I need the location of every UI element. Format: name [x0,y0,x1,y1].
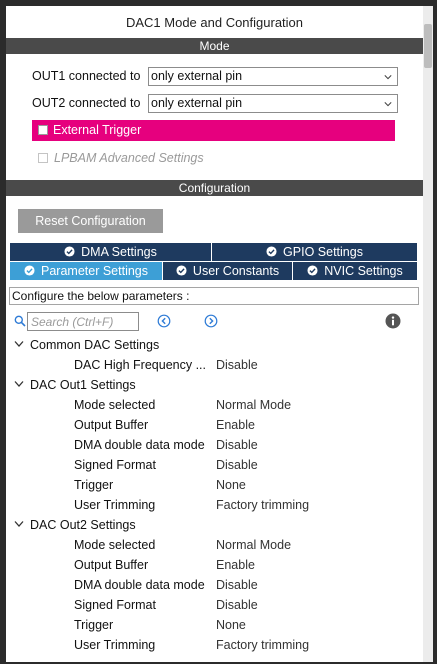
param-value[interactable]: Disable [216,598,258,612]
search-next-icon[interactable] [204,314,218,328]
scrollbar-thumb[interactable] [424,24,432,68]
param-value[interactable]: Factory trimming [216,638,309,652]
param-name: Mode selected [74,538,156,552]
tab-parameter-settings-label: Parameter Settings [41,264,148,278]
param-value[interactable]: Disable [216,438,258,452]
param-value[interactable]: Disable [216,578,258,592]
external-trigger-row[interactable]: External Trigger [32,120,395,141]
check-circle-icon [307,265,318,276]
param-name: DMA double data mode [74,438,205,452]
parameters-description: Configure the below parameters : [9,287,419,305]
chevron-down-icon [14,341,24,347]
tree-group-label: Common DAC Settings [30,338,160,352]
param-value[interactable]: Enable [216,558,255,572]
param-name: User Trimming [74,638,156,652]
chevron-down-icon [384,75,392,80]
tree-group-dac-out1-settings[interactable]: DAC Out1 Settings [14,378,136,392]
lpbam-label: LPBAM Advanced Settings [54,151,204,165]
tab-dma-settings-label: DMA Settings [81,245,157,259]
reset-configuration-button[interactable]: Reset Configuration [18,209,163,233]
param-value[interactable]: None [216,478,246,492]
param-value[interactable]: Factory trimming [216,498,309,512]
param-name: DMA double data mode [74,578,205,592]
check-circle-icon [266,246,277,257]
lpbam-checkbox[interactable] [38,153,48,163]
tree-group-dac-out2-settings[interactable]: DAC Out2 Settings [14,518,136,532]
external-trigger-label: External Trigger [53,123,142,137]
out1-select[interactable]: only external pin [148,67,398,86]
mode-section-header: Mode [6,38,423,54]
check-circle-icon [64,246,75,257]
tab-nvic-settings-label: NVIC Settings [324,264,403,278]
param-name: Output Buffer [74,558,149,572]
external-trigger-checkbox[interactable] [38,125,48,135]
out2-select[interactable]: only external pin [148,94,398,113]
chevron-down-icon [14,381,24,387]
tab-gpio-settings-label: GPIO Settings [283,245,363,259]
param-name: Mode selected [74,398,156,412]
tree-group-common-dac-settings[interactable]: Common DAC Settings [14,338,159,352]
chevron-down-icon [14,521,24,527]
tab-parameter-settings[interactable]: Parameter Settings [10,262,163,280]
tab-nvic-settings[interactable]: NVIC Settings [293,262,417,280]
check-circle-icon [24,265,35,276]
info-icon[interactable] [385,313,401,329]
param-name: Signed Format [74,458,156,472]
tab-user-constants[interactable]: User Constants [163,262,293,280]
param-name: Trigger [74,618,114,632]
vertical-scrollbar[interactable] [423,6,433,662]
tab-user-constants-label: User Constants [192,264,280,278]
configuration-section-header: Configuration [6,180,423,196]
param-value[interactable]: Normal Mode [216,398,291,412]
search-input[interactable] [27,312,139,331]
out1-label: OUT1 connected to [32,69,141,83]
param-value[interactable]: None [216,618,246,632]
param-name: Signed Format [74,598,156,612]
search-icon [14,315,26,327]
param-value[interactable]: Enable [216,418,255,432]
dac-config-panel: DAC1 Mode and Configuration Mode OUT1 co… [6,6,423,662]
search-previous-icon[interactable] [157,314,171,328]
param-name: Output Buffer [74,418,149,432]
param-name: DAC High Frequency ... [74,358,206,372]
tree-group-label: DAC Out2 Settings [30,518,136,532]
tree-group-label: DAC Out1 Settings [30,378,136,392]
out2-select-value: only external pin [151,96,243,110]
param-value[interactable]: Disable [216,458,258,472]
param-name: User Trimming [74,498,156,512]
tab-dma-settings[interactable]: DMA Settings [10,243,212,261]
window-title: DAC1 Mode and Configuration [125,15,304,30]
chevron-down-icon [384,102,392,107]
out2-label: OUT2 connected to [32,96,141,110]
tab-gpio-settings[interactable]: GPIO Settings [212,243,417,261]
param-name: Trigger [74,478,114,492]
param-value[interactable]: Disable [216,358,258,372]
param-value[interactable]: Normal Mode [216,538,291,552]
check-circle-icon [176,265,187,276]
out1-select-value: only external pin [151,69,243,83]
